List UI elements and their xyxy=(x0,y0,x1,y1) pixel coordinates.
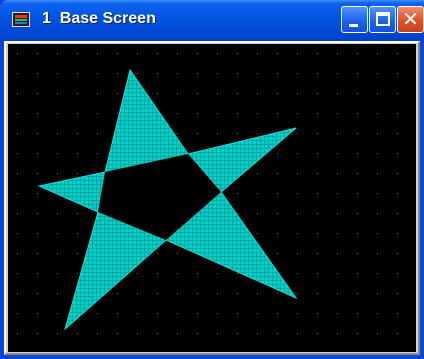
title-bar[interactable]: 1 Base Screen ✕ xyxy=(0,0,424,41)
drawing-canvas[interactable] xyxy=(8,44,416,352)
maximize-button[interactable] xyxy=(369,6,396,33)
window-title: 1 Base Screen xyxy=(42,10,156,27)
app-window: 1 Base Screen ✕ xyxy=(0,0,424,359)
app-window-icon[interactable] xyxy=(12,12,30,27)
close-icon: ✕ xyxy=(402,7,419,31)
star-drawing[interactable] xyxy=(8,44,416,352)
minimize-button[interactable] xyxy=(341,6,368,33)
close-button[interactable]: ✕ xyxy=(397,6,424,33)
minimize-icon xyxy=(349,24,358,27)
maximize-icon xyxy=(376,12,390,26)
